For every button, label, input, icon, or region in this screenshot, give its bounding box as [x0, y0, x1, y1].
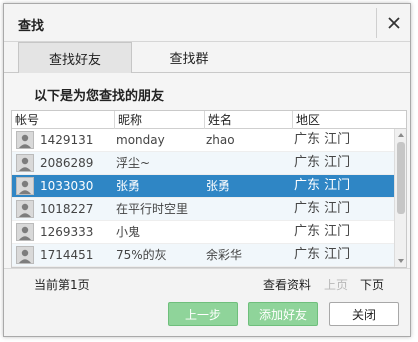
header-name[interactable]: 姓名 [204, 111, 292, 129]
row-name [204, 221, 292, 243]
row-account: 1033030 [40, 179, 94, 193]
avatar [16, 154, 34, 172]
row-nickname: 张勇 [116, 179, 141, 193]
row-name [204, 198, 292, 220]
row-account: 1018227 [40, 202, 94, 216]
results-panel: 以下是为您查找的朋友 帐号 昵称 姓名 地区 1429131 monday zh… [4, 73, 410, 268]
scroll-down-icon[interactable] [397, 257, 405, 265]
row-account: 1429131 [40, 133, 94, 147]
pagination-bar: 当前第1页 查看资料 上页 下页 [4, 268, 410, 296]
find-dialog: 查找 查找好友 查找群 以下是为您查找的朋友 帐号 昵称 姓名 地区 14291… [3, 3, 411, 337]
avatar [16, 200, 34, 218]
table-row-selected[interactable]: 1033030 张勇 张勇 广东 江门 [12, 175, 394, 198]
add-friend-button[interactable]: 添加好友 [248, 302, 318, 326]
row-nickname: 浮尘~ [116, 156, 151, 170]
title-bar: 查找 [4, 4, 410, 42]
default-avatar-icon [17, 201, 33, 217]
tab-find-friends[interactable]: 查找好友 [18, 42, 132, 73]
row-account: 1269333 [40, 225, 94, 239]
table-row[interactable]: 1429131 monday zhao 广东 江门 [12, 129, 394, 152]
row-nickname: 小鬼 [116, 225, 141, 239]
avatar [16, 246, 34, 264]
avatar [16, 223, 34, 241]
tab-bar: 查找好友 查找群 [4, 42, 410, 73]
header-nickname[interactable]: 昵称 [114, 111, 204, 129]
table-rows: 1429131 monday zhao 广东 江门 2086289 浮尘~ 广东… [12, 129, 394, 267]
previous-step-button[interactable]: 上一步 [168, 302, 238, 326]
default-avatar-icon [17, 178, 33, 194]
tab-find-groups[interactable]: 查找群 [132, 42, 246, 73]
row-area: 广东 江门 [294, 224, 351, 239]
row-nickname: monday [116, 133, 165, 147]
current-page-label: 当前第1页 [34, 278, 90, 292]
table-row[interactable]: 1018227 在平行时空里 广东 江门 [12, 198, 394, 221]
next-page-link[interactable]: 下页 [360, 276, 384, 293]
table-row[interactable]: 2086289 浮尘~ 广东 江门 [12, 152, 394, 175]
row-area: 广东 江门 [294, 247, 351, 262]
row-name [204, 152, 292, 174]
row-name: 张勇 [206, 179, 231, 193]
results-table: 帐号 昵称 姓名 地区 1429131 monday zhao 广东 江门 20… [11, 110, 407, 268]
close-dialog-button[interactable]: 关闭 [329, 302, 399, 326]
close-icon [387, 17, 400, 29]
row-name: 余彩华 [206, 248, 243, 262]
row-area: 广东 江门 [294, 201, 351, 216]
row-account: 1714451 [40, 248, 94, 262]
row-account: 2086289 [40, 156, 94, 170]
view-profile-link[interactable]: 查看资料 [263, 276, 311, 293]
row-nickname: 在平行时空里 [116, 202, 189, 216]
row-area: 广东 江门 [294, 178, 351, 193]
table-header: 帐号 昵称 姓名 地区 [12, 111, 406, 129]
header-account[interactable]: 帐号 [12, 111, 114, 129]
default-avatar-icon [17, 224, 33, 240]
vertical-scrollbar[interactable] [394, 129, 406, 267]
avatar [16, 177, 34, 195]
header-area[interactable]: 地区 [292, 111, 376, 129]
scroll-up-icon[interactable] [397, 131, 405, 139]
table-row[interactable]: 1714451 75%的灰 余彩华 广东 江门 [12, 244, 394, 267]
results-heading: 以下是为您查找的朋友 [34, 89, 165, 104]
table-row[interactable]: 1269333 小鬼 广东 江门 [12, 221, 394, 244]
prev-page-link[interactable]: 上页 [324, 276, 348, 293]
scrollbar-thumb[interactable] [397, 142, 405, 214]
row-area: 广东 江门 [294, 132, 351, 147]
row-area: 广东 江门 [294, 155, 351, 170]
default-avatar-icon [17, 132, 33, 148]
dialog-footer: 上一步 添加好友 关闭 [4, 296, 410, 336]
avatar [16, 131, 34, 149]
row-name: zhao [206, 133, 235, 147]
dialog-title: 查找 [18, 19, 45, 34]
close-button[interactable] [376, 8, 410, 38]
default-avatar-icon [17, 155, 33, 171]
default-avatar-icon [17, 247, 33, 263]
row-nickname: 75%的灰 [116, 248, 167, 262]
